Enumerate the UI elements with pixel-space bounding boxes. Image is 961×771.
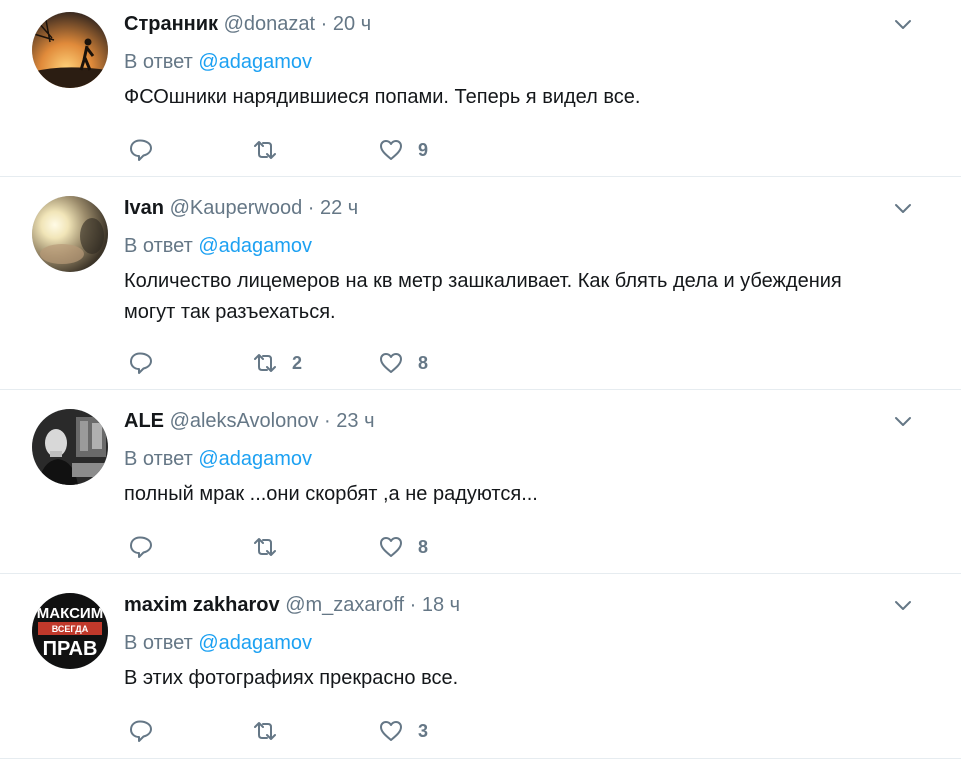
avatar-logo-bottom-text: ПРАВ — [43, 638, 98, 660]
like-count: 8 — [418, 353, 429, 373]
like-count: 3 — [418, 721, 429, 741]
like-count: 8 — [418, 537, 429, 557]
heart-icon — [380, 537, 402, 557]
heart-icon — [380, 140, 402, 160]
reply-button[interactable] — [128, 532, 168, 562]
avatar-bw-photo-image — [32, 409, 108, 485]
tweet-header: maxim zakharov @m_zaxaroff · 18 ч — [124, 593, 921, 617]
tweet-header: ALE @aleksAvolonov · 23 ч — [124, 409, 921, 433]
retweet-icon — [254, 141, 276, 159]
avatar-silhouette-sunset-image — [32, 12, 108, 88]
more-options-chevron-down-icon[interactable] — [891, 409, 915, 433]
reply-button[interactable] — [128, 135, 168, 165]
avatar[interactable] — [32, 12, 108, 88]
avatar-logo-middle-text: ВСЕГДА — [52, 624, 89, 634]
retweet-icon — [254, 722, 276, 740]
separator-dot: · — [320, 13, 328, 35]
tweet-text-line: могут так разъехаться. — [124, 301, 336, 323]
avatar-logo-image: МАКСИМ ВСЕГДА ПРАВ — [32, 593, 108, 669]
more-options-chevron-down-icon[interactable] — [891, 12, 915, 36]
reply-prefix: В ответ — [124, 448, 193, 470]
author-handle[interactable]: @Kauperwood — [170, 197, 303, 219]
reply-context: В ответ @adagamov — [124, 234, 921, 258]
separator-dot: · — [324, 410, 331, 432]
tweet-time[interactable]: 18 ч — [422, 594, 460, 616]
separator-dot: · — [409, 594, 417, 616]
author-name[interactable]: ALE — [124, 410, 164, 432]
retweet-button[interactable] — [252, 716, 292, 746]
retweet-icon — [254, 354, 276, 372]
avatar[interactable] — [32, 409, 108, 485]
tweet-text-line: Количество лицемеров на кв метр зашкалив… — [124, 270, 842, 292]
tweet[interactable]: Странник @donazat · 20 ч В ответ @adagam… — [0, 0, 961, 177]
author-handle[interactable]: @m_zaxaroff — [285, 594, 404, 616]
reply-prefix: В ответ — [124, 235, 193, 257]
avatar[interactable] — [32, 196, 108, 272]
like-button[interactable]: 8 — [378, 348, 428, 378]
like-button[interactable]: 9 — [378, 135, 428, 165]
tweet-text: Количество лицемеров на кв метр зашкалив… — [124, 266, 921, 328]
tweet-header: Странник @donazat · 20 ч — [124, 12, 921, 36]
tweet-text-line: В этих фотографиях прекрасно все. — [124, 667, 459, 689]
reply-context: В ответ @adagamov — [124, 447, 921, 471]
like-button[interactable]: 8 — [378, 532, 428, 562]
tweet-text: В этих фотографиях прекрасно все. — [124, 663, 921, 694]
tweet-time[interactable]: 22 ч — [320, 197, 358, 219]
reply-prefix: В ответ — [124, 632, 193, 654]
like-button[interactable]: 3 — [378, 716, 428, 746]
tweet[interactable]: Ivan @Kauperwood · 22 ч В ответ @adagamo… — [0, 177, 961, 390]
replies-feed: Странник @donazat · 20 ч В ответ @adagam… — [0, 0, 961, 759]
avatar[interactable]: МАКСИМ ВСЕГДА ПРАВ — [32, 593, 108, 669]
author-name[interactable]: maxim zakharov — [124, 594, 280, 616]
reply-context: В ответ @adagamov — [124, 50, 921, 74]
reply-icon — [130, 352, 152, 374]
reply-mention-link[interactable]: @adagamov — [198, 51, 312, 73]
tweet-header: Ivan @Kauperwood · 22 ч — [124, 196, 921, 220]
tweet-text-line: полный мрак ...они скорбят ,а не радуютс… — [124, 483, 538, 505]
author-name[interactable]: Странник — [124, 13, 218, 35]
reply-mention-link[interactable]: @adagamov — [198, 632, 312, 654]
separator-dot: · — [307, 197, 315, 219]
retweet-icon — [254, 538, 276, 556]
author-handle[interactable]: @donazat — [224, 13, 315, 35]
reply-button[interactable] — [128, 348, 168, 378]
tweet[interactable]: ALE @aleksAvolonov · 23 ч В ответ @adaga… — [0, 390, 961, 574]
author-handle[interactable]: @aleksAvolonov — [170, 410, 319, 432]
reply-mention-link[interactable]: @adagamov — [198, 448, 312, 470]
heart-icon — [380, 721, 402, 741]
tweet-time[interactable]: 20 ч — [333, 13, 371, 35]
reply-prefix: В ответ — [124, 51, 193, 73]
tweet-text: ФСОшники нарядившиеся попами. Теперь я в… — [124, 82, 921, 113]
avatar-logo-top-text: МАКСИМ — [37, 605, 103, 622]
heart-icon — [380, 353, 402, 373]
retweet-button[interactable]: 2 — [252, 348, 302, 378]
retweet-count: 2 — [292, 353, 303, 373]
retweet-button[interactable] — [252, 532, 292, 562]
more-options-chevron-down-icon[interactable] — [891, 196, 915, 220]
retweet-button[interactable] — [252, 135, 292, 165]
author-name[interactable]: Ivan — [124, 197, 164, 219]
reply-icon — [130, 720, 152, 742]
reply-icon — [130, 536, 152, 558]
tweet-text: полный мрак ...они скорбят ,а не радуютс… — [124, 479, 921, 510]
reply-context: В ответ @adagamov — [124, 631, 921, 655]
reply-mention-link[interactable]: @adagamov — [198, 235, 312, 257]
reply-button[interactable] — [128, 716, 168, 746]
like-count: 9 — [418, 140, 429, 160]
reply-icon — [130, 139, 152, 161]
avatar-light-photo-image — [32, 196, 108, 272]
tweet[interactable]: МАКСИМ ВСЕГДА ПРАВ maxim zakharov @m_zax… — [0, 574, 961, 759]
more-options-chevron-down-icon[interactable] — [891, 593, 915, 617]
tweet-text-line: ФСОшники нарядившиеся попами. Теперь я в… — [124, 86, 641, 108]
tweet-time[interactable]: 23 ч — [336, 410, 374, 432]
